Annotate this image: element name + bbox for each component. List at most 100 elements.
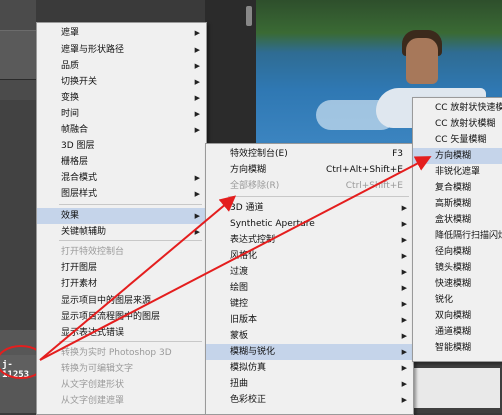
menu-item[interactable]: 关键帧辅助 ▶ bbox=[37, 224, 206, 240]
menu-item[interactable]: 切换开关 ▶ bbox=[37, 74, 206, 90]
submenu-arrow-icon: ▶ bbox=[194, 212, 200, 220]
effects-menu-item[interactable]: 模糊与锐化 ▶ bbox=[206, 344, 413, 360]
menu-item-label: 锐化 bbox=[435, 295, 454, 305]
blur-menu-item[interactable]: 快速模糊 bbox=[413, 276, 502, 292]
effects-menu-item[interactable]: 键控 ▶ bbox=[206, 296, 413, 312]
menu-item[interactable]: 显示项目中的图层来源 bbox=[37, 293, 206, 309]
menu-item[interactable]: 遮罩 ▶ bbox=[37, 25, 206, 41]
menu-item[interactable]: 栅格层 bbox=[37, 154, 206, 170]
menu-separator bbox=[59, 240, 202, 241]
menu-item: 打开特效控制台 bbox=[37, 244, 206, 260]
effects-menu-item: 全部移除(R) Ctrl+Shift+E bbox=[206, 178, 413, 194]
effects-menu-item[interactable]: 蒙板 ▶ bbox=[206, 328, 413, 344]
menu-item-label: 效果 bbox=[61, 211, 80, 221]
menu-separator bbox=[59, 341, 202, 342]
blur-menu-item[interactable]: CC 矢量模糊 bbox=[413, 132, 502, 148]
menu-item[interactable]: 打开素材 bbox=[37, 276, 206, 292]
submenu-arrow-icon: ▶ bbox=[194, 190, 200, 198]
blur-menu-item[interactable]: 径向模糊 bbox=[413, 244, 502, 260]
effects-menu-item[interactable]: 方向模糊 Ctrl+Alt+Shift+E bbox=[206, 162, 413, 178]
menu-item[interactable]: 帧融合 ▶ bbox=[37, 122, 206, 138]
blur-menu-item[interactable]: 高斯模糊 bbox=[413, 196, 502, 212]
blur-menu-item[interactable]: 通道模糊 bbox=[413, 324, 502, 340]
menu-item-label: CC 放射状快速模糊 bbox=[435, 103, 502, 113]
blur-menu-item[interactable]: 复合模糊 bbox=[413, 180, 502, 196]
menu-item[interactable]: 时间 ▶ bbox=[37, 106, 206, 122]
menu-item-label: 打开特效控制台 bbox=[61, 247, 125, 257]
menu-item-label: 从文字创建遮罩 bbox=[61, 396, 125, 406]
effects-menu-item[interactable]: 扭曲 ▶ bbox=[206, 376, 413, 392]
menu-item-label: 模拟仿真 bbox=[230, 363, 267, 373]
menu-separator bbox=[59, 204, 202, 205]
menu-item-label: 色彩校正 bbox=[230, 395, 267, 405]
menu-item[interactable]: 效果 ▶ bbox=[37, 208, 206, 224]
submenu-arrow-icon: ▶ bbox=[401, 268, 407, 276]
menu-item-shortcut: Ctrl+Shift+E bbox=[345, 181, 403, 191]
submenu-arrow-icon: ▶ bbox=[401, 252, 407, 260]
menu-item-label: 盒状模糊 bbox=[435, 215, 472, 225]
effects-menu-item[interactable]: 表达式控制 ▶ bbox=[206, 232, 413, 248]
menu-item[interactable]: 图层样式 ▶ bbox=[37, 186, 206, 202]
effects-menu-item[interactable]: 色彩校正 ▶ bbox=[206, 392, 413, 408]
effects-menu-item[interactable]: 模拟仿真 ▶ bbox=[206, 360, 413, 376]
menu-item-label: 显示项目中的图层来源 bbox=[61, 296, 152, 306]
menu-item-label: 键控 bbox=[230, 299, 249, 309]
submenu-arrow-icon: ▶ bbox=[194, 29, 200, 37]
menu-item[interactable]: 显示项目流程图中的图层 bbox=[37, 309, 206, 325]
menu-item-label: 蒙板 bbox=[230, 331, 249, 341]
blur-menu-item[interactable]: CC 放射状快速模糊 bbox=[413, 100, 502, 116]
effects-menu-item[interactable]: 特效控制台(E) F3 bbox=[206, 146, 413, 162]
menu-item-label: 关键帧辅助 bbox=[61, 227, 107, 237]
menu-item-label: 径向模糊 bbox=[435, 247, 472, 257]
submenu-arrow-icon: ▶ bbox=[401, 396, 407, 404]
blur-menu-item[interactable]: 智能模糊 bbox=[413, 340, 502, 356]
blur-menu-item[interactable]: CC 放射状模糊 bbox=[413, 116, 502, 132]
submenu-arrow-icon: ▶ bbox=[194, 62, 200, 70]
menu-item[interactable]: 3D 图层 bbox=[37, 138, 206, 154]
watermark bbox=[412, 368, 500, 408]
submenu-arrow-icon: ▶ bbox=[194, 174, 200, 182]
submenu-arrow-icon: ▶ bbox=[194, 46, 200, 54]
layer-context-menu: 遮罩 ▶ 遮罩与形状路径 ▶ 品质 ▶ 切换开关 ▶ 变换 ▶ 时间 ▶ 帧融合 ▶ 3D 图层 栅格层 混合模… bbox=[36, 22, 207, 415]
scrollbar-thumb[interactable] bbox=[246, 6, 252, 26]
submenu-arrow-icon: ▶ bbox=[401, 316, 407, 324]
blur-menu-item[interactable]: 双向模糊 bbox=[413, 308, 502, 324]
effects-menu-item[interactable]: 过渡 ▶ bbox=[206, 264, 413, 280]
effects-submenu: 特效控制台(E) F3 方向模糊 Ctrl+Alt+Shift+E 全部移除(R) Ctr… bbox=[205, 143, 414, 415]
menu-item[interactable]: 显示表达式错误 bbox=[37, 325, 206, 341]
effects-menu-item[interactable]: 3D 通道 ▶ bbox=[206, 200, 413, 216]
submenu-arrow-icon: ▶ bbox=[401, 348, 407, 356]
effects-menu-item[interactable]: 旧版本 ▶ bbox=[206, 312, 413, 328]
menu-item-label: 3D 图层 bbox=[61, 141, 95, 151]
blur-menu-item[interactable]: 降低隔行扫描闪烁 bbox=[413, 228, 502, 244]
menu-item-label: 转换为实时 Photoshop 3D bbox=[61, 348, 172, 358]
blur-sharpen-submenu: CC 放射状快速模糊 CC 放射状模糊 CC 矢量模糊方向模糊非锐化遮罩复合模糊高斯… bbox=[412, 97, 502, 362]
menu-item[interactable]: 混合模式 ▶ bbox=[37, 170, 206, 186]
menu-item: 转换为可编辑文字 bbox=[37, 361, 206, 377]
menu-item-label: 快速模糊 bbox=[435, 279, 472, 289]
blur-menu-item[interactable]: 盒状模糊 bbox=[413, 212, 502, 228]
blur-menu-item[interactable]: 锐化 bbox=[413, 292, 502, 308]
menu-item: 从文字创建遮罩 bbox=[37, 393, 206, 409]
menu-item-label: 遮罩与形状路径 bbox=[61, 45, 125, 55]
submenu-arrow-icon: ▶ bbox=[194, 94, 200, 102]
blur-menu-item[interactable]: 镜头模糊 bbox=[413, 260, 502, 276]
menu-item-label: 时间 bbox=[61, 109, 80, 119]
menu-item[interactable]: 品质 ▶ bbox=[37, 58, 206, 74]
layer-list-area bbox=[0, 100, 36, 330]
submenu-arrow-icon: ▶ bbox=[194, 126, 200, 134]
blur-menu-item[interactable]: 非锐化遮罩 bbox=[413, 164, 502, 180]
panel-header-strip bbox=[0, 30, 36, 80]
menu-item-shortcut: Ctrl+Alt+Shift+E bbox=[326, 165, 403, 175]
submenu-arrow-icon: ▶ bbox=[401, 300, 407, 308]
menu-item[interactable]: 打开图层 bbox=[37, 260, 206, 276]
rider bbox=[406, 38, 438, 84]
effects-menu-item[interactable]: 绘图 ▶ bbox=[206, 280, 413, 296]
menu-item[interactable]: 遮罩与形状路径 ▶ bbox=[37, 42, 206, 58]
effects-menu-item[interactable]: Synthetic Aperture ▶ bbox=[206, 216, 413, 232]
effects-menu-item[interactable]: 风格化 ▶ bbox=[206, 248, 413, 264]
menu-item-label: 特效控制台(E) bbox=[230, 149, 288, 159]
blur-menu-item[interactable]: 方向模糊 bbox=[413, 148, 502, 164]
menu-item-label: 镜头模糊 bbox=[435, 263, 472, 273]
menu-item[interactable]: 变换 ▶ bbox=[37, 90, 206, 106]
